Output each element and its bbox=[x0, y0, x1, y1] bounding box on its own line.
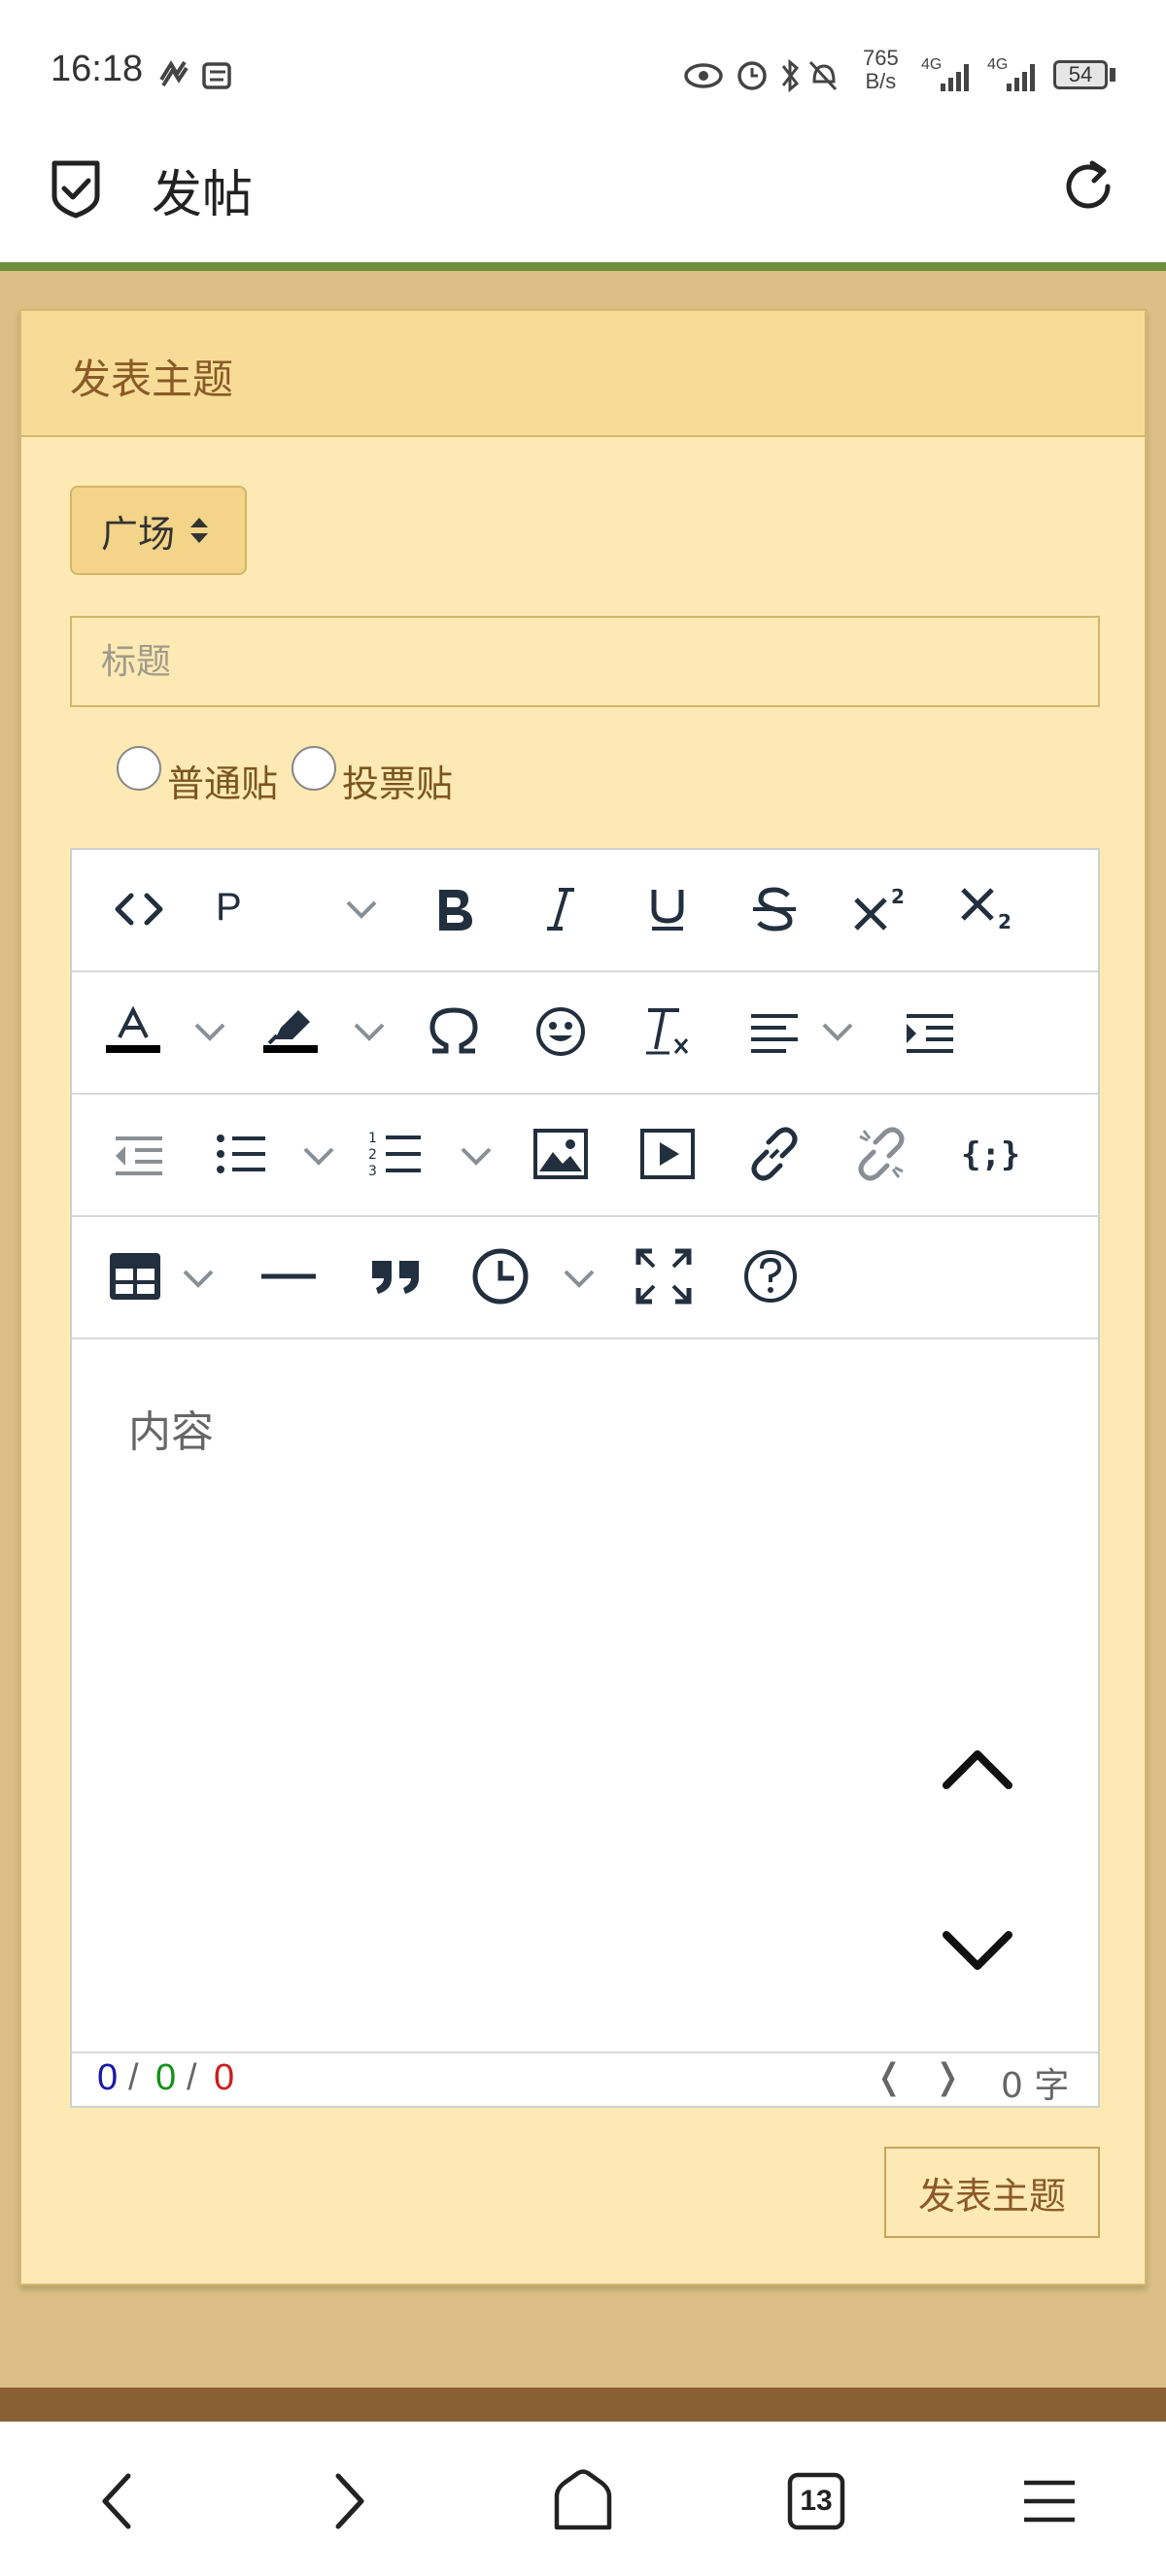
strikethrough-icon[interactable] bbox=[740, 875, 808, 943]
highlight-icon[interactable] bbox=[257, 998, 325, 1066]
battery-tip bbox=[1110, 68, 1115, 82]
refresh-icon[interactable] bbox=[1059, 157, 1117, 216]
italic-icon[interactable] bbox=[527, 875, 595, 943]
link-icon[interactable] bbox=[740, 1120, 808, 1188]
tabs-icon[interactable]: 13 bbox=[777, 2462, 855, 2540]
back-icon[interactable] bbox=[78, 2462, 155, 2540]
char-count: 0 字 bbox=[1001, 2066, 1070, 2106]
shield-check-icon[interactable] bbox=[47, 157, 105, 220]
battery-icon: 54 bbox=[1053, 60, 1108, 89]
footer-band bbox=[0, 2388, 1166, 2422]
code-sample-icon[interactable]: {;} bbox=[954, 1120, 1022, 1188]
datetime-chevron-down-icon[interactable] bbox=[560, 1259, 599, 1298]
svg-text:1: 1 bbox=[368, 1131, 377, 1146]
menu-icon[interactable] bbox=[1011, 2462, 1088, 2540]
scroll-down-icon[interactable] bbox=[939, 1923, 1016, 1982]
bullet-list-chevron-down-icon[interactable] bbox=[299, 1136, 338, 1175]
signal-icon-2 bbox=[1007, 64, 1035, 91]
title-input[interactable] bbox=[70, 616, 1100, 707]
forum-select-value: 广场 bbox=[101, 512, 176, 556]
svg-text:2: 2 bbox=[368, 1147, 377, 1163]
indent-icon[interactable] bbox=[896, 998, 964, 1066]
svg-text:2: 2 bbox=[891, 885, 905, 908]
content-placeholder[interactable]: 内容 bbox=[128, 1397, 214, 1459]
svg-text:2: 2 bbox=[998, 910, 1012, 933]
unlink-icon[interactable] bbox=[847, 1120, 915, 1188]
count-blue: 0 bbox=[97, 2057, 119, 2098]
numbered-list-icon[interactable]: 123 bbox=[361, 1120, 429, 1188]
svg-text:3: 3 bbox=[368, 1164, 377, 1179]
media-icon[interactable] bbox=[634, 1120, 702, 1188]
status-time: 16:18 bbox=[51, 49, 144, 89]
format-select[interactable]: P bbox=[216, 886, 242, 930]
image-icon[interactable] bbox=[527, 1120, 595, 1188]
emoji-icon[interactable] bbox=[527, 998, 595, 1066]
count-separator: / bbox=[187, 2057, 197, 2098]
page-title: 发帖 bbox=[152, 166, 254, 224]
superscript-icon[interactable]: 2 bbox=[847, 875, 915, 943]
svg-text:{;}: {;} bbox=[961, 1135, 1017, 1174]
sort-caret-icon bbox=[190, 518, 209, 543]
prev-arrow[interactable]: ❬ bbox=[874, 2057, 904, 2097]
blockquote-icon[interactable] bbox=[361, 1242, 429, 1310]
next-arrow[interactable]: ❭ bbox=[933, 2057, 962, 2097]
horizontal-rule-icon[interactable] bbox=[255, 1242, 323, 1310]
clear-format-icon[interactable] bbox=[634, 998, 702, 1066]
bold-icon[interactable] bbox=[420, 875, 488, 943]
signal-icon-1 bbox=[941, 64, 969, 91]
font-color-icon[interactable] bbox=[99, 998, 167, 1066]
radio-normal-label: 普通贴 bbox=[167, 763, 279, 805]
radio-vote-label: 投票贴 bbox=[342, 763, 454, 805]
card-title: 发表主题 bbox=[70, 356, 234, 403]
tabs-count: 13 bbox=[800, 2485, 833, 2517]
count-red: 0 bbox=[214, 2057, 235, 2098]
subscript-icon[interactable]: 2 bbox=[954, 875, 1022, 943]
highlight-chevron-down-icon[interactable] bbox=[350, 1012, 389, 1051]
accent-divider bbox=[0, 262, 1166, 271]
radio-normal-post[interactable] bbox=[117, 746, 161, 791]
forward-icon[interactable] bbox=[311, 2462, 389, 2540]
radio-vote-post[interactable] bbox=[292, 746, 336, 791]
fullscreen-icon[interactable] bbox=[630, 1242, 698, 1310]
special-char-icon[interactable] bbox=[420, 998, 488, 1066]
align-chevron-down-icon[interactable] bbox=[818, 1012, 857, 1051]
table-icon[interactable] bbox=[101, 1242, 169, 1310]
outdent-icon[interactable] bbox=[105, 1120, 173, 1188]
datetime-icon[interactable] bbox=[466, 1242, 534, 1310]
scroll-up-icon[interactable] bbox=[939, 1739, 1016, 1797]
underline-icon[interactable] bbox=[634, 875, 702, 943]
bullet-list-icon[interactable] bbox=[206, 1120, 274, 1188]
home-icon[interactable] bbox=[544, 2462, 622, 2540]
count-separator: / bbox=[128, 2057, 139, 2098]
submit-post-button[interactable]: 发表主题 bbox=[884, 2147, 1100, 2238]
help-icon[interactable] bbox=[737, 1242, 805, 1310]
count-green: 0 bbox=[155, 2057, 177, 2098]
net-speed: 765 B/s bbox=[863, 46, 899, 93]
table-chevron-down-icon[interactable] bbox=[179, 1259, 218, 1298]
status-icons-left bbox=[684, 58, 838, 93]
align-left-icon[interactable] bbox=[740, 998, 808, 1066]
notification-icons bbox=[159, 60, 231, 89]
font-color-chevron-down-icon[interactable] bbox=[190, 1012, 229, 1051]
source-code-icon[interactable] bbox=[105, 875, 173, 943]
forum-select[interactable]: 广场 bbox=[70, 486, 247, 575]
numbered-list-chevron-down-icon[interactable] bbox=[457, 1136, 496, 1175]
format-chevron-down-icon[interactable] bbox=[342, 890, 381, 929]
